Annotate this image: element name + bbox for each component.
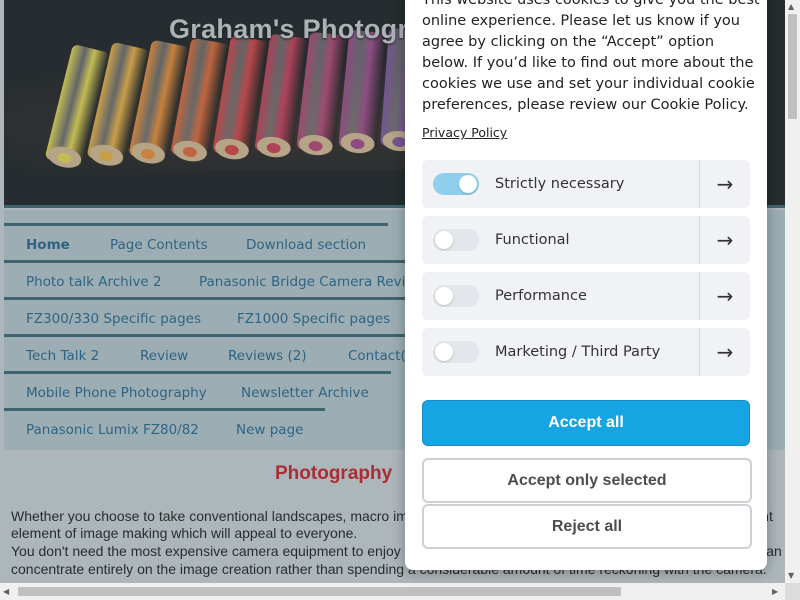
pref-marketing-third-party: Marketing / Third Party →: [422, 328, 750, 376]
arrow-right-icon[interactable]: →: [700, 272, 750, 320]
scroll-right-icon[interactable]: ▶: [772, 587, 778, 597]
toggle-knob: [435, 231, 453, 249]
cookie-message-line: preferences, please review our Cookie Po…: [422, 97, 749, 113]
arrow-right-icon[interactable]: →: [700, 160, 750, 208]
privacy-policy-link[interactable]: Privacy Policy: [422, 125, 507, 140]
toggle-marketing[interactable]: [433, 341, 479, 363]
pref-performance: Performance →: [422, 272, 750, 320]
cookie-message-line: agree by clicking on the “Accept” option: [422, 34, 715, 50]
accept-all-button[interactable]: Accept all: [422, 400, 750, 446]
scroll-left-icon[interactable]: ◀: [3, 587, 9, 597]
horizontal-scroll-thumb[interactable]: [18, 587, 621, 596]
toggle-knob: [435, 343, 453, 361]
cookie-message-line: This website uses cookies to give you th…: [422, 0, 760, 8]
pref-functional: Functional →: [422, 216, 750, 264]
pref-label: Performance: [495, 288, 587, 304]
cookie-message-line: cookies we use and set your individual c…: [422, 76, 755, 92]
scroll-down-icon[interactable]: ▼: [788, 571, 794, 581]
toggle-performance[interactable]: [433, 285, 479, 307]
toggle-knob: [459, 175, 477, 193]
pref-label: Marketing / Third Party: [495, 344, 661, 360]
reject-all-button[interactable]: Reject all: [422, 504, 752, 549]
cookie-consent-dialog: This website uses cookies to give you th…: [405, 0, 767, 570]
cookie-message: This website uses cookies to give you th…: [422, 0, 762, 116]
pref-label: Strictly necessary: [495, 176, 625, 192]
pref-strictly-necessary: Strictly necessary →: [422, 160, 750, 208]
toggle-strictly-necessary[interactable]: [433, 173, 479, 195]
vertical-scrollbar[interactable]: ▲ ▼: [785, 0, 800, 583]
arrow-right-icon[interactable]: →: [700, 216, 750, 264]
scroll-up-icon[interactable]: ▲: [788, 2, 794, 12]
accept-selected-button[interactable]: Accept only selected: [422, 458, 752, 503]
cookie-message-line: online experience. Please let us know if…: [422, 13, 740, 29]
scrollbar-corner: [785, 583, 800, 600]
toggle-knob: [435, 287, 453, 305]
vertical-scroll-thumb[interactable]: [788, 14, 797, 119]
pref-label: Functional: [495, 232, 570, 248]
horizontal-scrollbar[interactable]: ◀ ▶: [0, 583, 785, 600]
toggle-functional[interactable]: [433, 229, 479, 251]
cookie-message-line: below. If you’d like to find out more ab…: [422, 55, 754, 71]
arrow-right-icon[interactable]: →: [700, 328, 750, 376]
